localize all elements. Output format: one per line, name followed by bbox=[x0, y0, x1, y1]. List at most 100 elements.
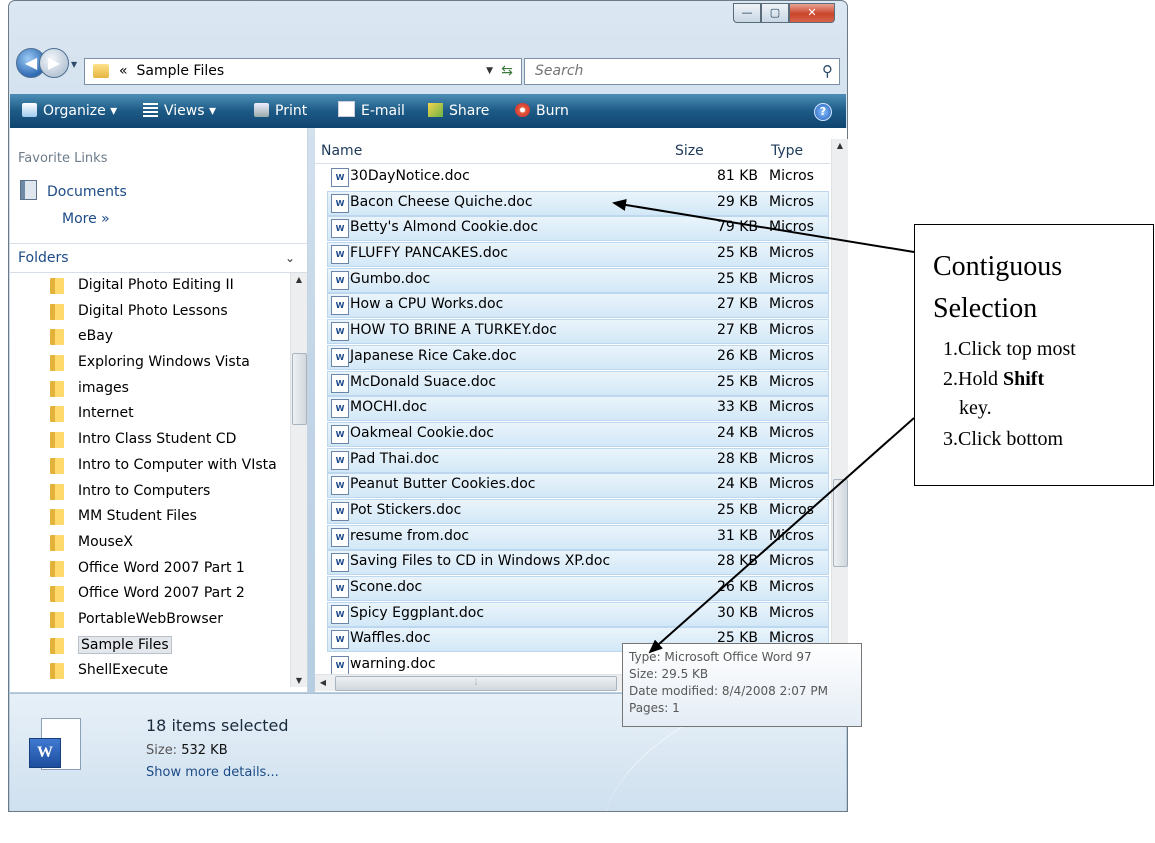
folders-header[interactable]: Folders ⌄ bbox=[10, 243, 307, 273]
help-icon[interactable]: ? bbox=[814, 103, 832, 121]
file-type: Micros bbox=[769, 399, 814, 416]
scrollbar-thumb[interactable] bbox=[833, 479, 848, 567]
folder-tree-item[interactable]: images bbox=[10, 376, 292, 402]
breadcrumb[interactable]: « Sample Files bbox=[119, 59, 224, 83]
file-type: Micros bbox=[769, 168, 814, 184]
scrollbar-thumb[interactable]: ⦙ bbox=[335, 676, 617, 691]
file-row[interactable]: W Gumbo.doc 25 KB Micros bbox=[315, 267, 830, 293]
file-type: Micros bbox=[769, 219, 814, 236]
forward-button[interactable]: ▶ bbox=[39, 48, 69, 78]
chevron-down-icon[interactable]: ⌄ bbox=[285, 244, 295, 272]
breadcrumb-overflow[interactable]: « bbox=[119, 63, 128, 79]
more-links-button[interactable]: More » bbox=[62, 211, 110, 227]
file-list-scrollbar[interactable]: ▲ bbox=[831, 139, 848, 665]
column-header-name[interactable]: Name bbox=[321, 143, 362, 159]
file-type: Micros bbox=[769, 501, 814, 518]
file-row[interactable]: W FLUFFY PANCAKES.doc 25 KB Micros bbox=[315, 241, 830, 268]
scrollbar-thumb[interactable] bbox=[292, 353, 307, 425]
show-more-details-link[interactable]: Show more details... bbox=[146, 765, 279, 780]
address-bar[interactable]: « Sample Files ▼ ⇆ bbox=[84, 58, 522, 85]
file-row[interactable]: W McDonald Suace.doc 25 KB Micros bbox=[315, 370, 830, 396]
file-size: 26 KB bbox=[716, 579, 758, 595]
scroll-up-arrow[interactable]: ▲ bbox=[832, 141, 848, 150]
file-type: Micros bbox=[769, 347, 814, 364]
email-button[interactable]: E-mail bbox=[338, 94, 405, 128]
selection-count: 18 items selected bbox=[146, 716, 289, 735]
file-row[interactable]: W HOW TO BRINE A TURKEY.doc 27 KB Micros bbox=[315, 318, 830, 345]
folder-tree-item[interactable]: eBay bbox=[10, 324, 292, 350]
file-row[interactable]: W How a CPU Works.doc 27 KB Micros bbox=[315, 292, 830, 319]
maximize-button[interactable]: ▢ bbox=[761, 3, 789, 23]
folder-tree-scrollbar[interactable]: ▲ ▼ bbox=[290, 273, 307, 687]
file-row[interactable]: W Scone.doc 26 KB Micros bbox=[315, 575, 830, 601]
organize-label: Organize ▾ bbox=[43, 103, 118, 119]
folder-tree-item[interactable]: MouseX bbox=[10, 530, 292, 556]
scroll-up-arrow[interactable]: ▲ bbox=[291, 275, 307, 284]
favorite-link-documents[interactable]: Documents bbox=[20, 180, 127, 200]
file-row[interactable]: W Pad Thai.doc 28 KB Micros bbox=[315, 447, 830, 473]
breadcrumb-current[interactable]: Sample Files bbox=[136, 63, 224, 79]
file-row[interactable]: Wresume from.doc 31 KB Micros bbox=[315, 524, 830, 550]
column-header-size[interactable]: Size bbox=[675, 143, 704, 159]
folder-tree-item[interactable]: Exploring Windows Vista bbox=[10, 350, 292, 376]
folder-tree-item[interactable]: ShellExecute bbox=[10, 658, 292, 681]
refresh-icon[interactable]: ⇆ bbox=[497, 59, 517, 83]
navigation-pane: Favorite Links Documents More » Folders ⌄… bbox=[10, 128, 308, 692]
file-row[interactable]: W Betty's Almond Cookie.doc 79 KB Micros bbox=[315, 215, 830, 242]
folder-tree-item[interactable]: Digital Photo Editing II bbox=[10, 273, 292, 299]
file-row[interactable]: W Japanese Rice Cake.doc 26 KB Micros bbox=[315, 344, 830, 370]
file-row[interactable]: W Spicy Eggplant.doc 30 KB Micros bbox=[315, 601, 830, 627]
share-icon bbox=[428, 103, 443, 117]
file-row[interactable]: W MOCHI.doc 33 KB Micros bbox=[315, 395, 830, 422]
minimize-button[interactable]: — bbox=[733, 3, 761, 23]
folder-label: MouseX bbox=[78, 533, 134, 550]
search-input[interactable] bbox=[533, 62, 797, 80]
folder-tree-item[interactable]: PortableWebBrowser bbox=[10, 607, 292, 633]
burn-label: Burn bbox=[536, 103, 569, 119]
file-rows: W 30DayNotice.doc 81 KB Micros W Bacon Cheese… bbox=[315, 164, 830, 684]
file-name: Waffles.doc bbox=[350, 630, 431, 647]
folder-tree-item[interactable]: Office Word 2007 Part 1 bbox=[10, 556, 292, 582]
file-row[interactable]: W 30DayNotice.doc 81 KB Micros bbox=[315, 164, 830, 190]
file-name: Saving Files to CD in Windows XP.doc bbox=[350, 553, 611, 570]
search-box[interactable]: ⚲ bbox=[524, 58, 840, 85]
folder-tree-item[interactable]: MM Student Files bbox=[10, 504, 292, 530]
folder-tree-item[interactable]: Intro to Computers bbox=[10, 479, 292, 505]
folder-tree-item[interactable]: Intro to Computer with VIsta bbox=[10, 453, 292, 479]
folder-icon bbox=[50, 278, 64, 294]
folder-tree-item[interactable]: Office Word 2007 Part 2 bbox=[10, 581, 292, 607]
file-size: 30 KB bbox=[716, 604, 758, 621]
folder-tree-item[interactable]: Internet bbox=[10, 401, 292, 427]
organize-button[interactable]: Organize ▾ bbox=[22, 94, 117, 128]
file-name: Oakmeal Cookie.doc bbox=[350, 424, 494, 441]
word-doc-icon: W bbox=[331, 476, 349, 496]
address-dropdown-icon[interactable]: ▼ bbox=[486, 59, 493, 83]
word-doc-icon: W bbox=[331, 527, 349, 547]
burn-button[interactable]: Burn bbox=[515, 94, 569, 128]
file-row[interactable]: W Pot Stickers.doc 25 KB Micros bbox=[315, 498, 830, 524]
file-row[interactable]: W Peanut Butter Cookies.doc 24 KB Micros bbox=[315, 472, 830, 499]
file-size: 28 KB bbox=[716, 450, 758, 467]
file-name: 30DayNotice.doc bbox=[350, 168, 470, 184]
share-button[interactable]: Share bbox=[428, 94, 489, 128]
file-name: Scone.doc bbox=[350, 579, 423, 595]
recent-pages-dropdown[interactable]: ▼ bbox=[71, 60, 77, 69]
folder-tree-item[interactable]: Intro Class Student CD bbox=[10, 427, 292, 453]
views-label: Views ▾ bbox=[164, 103, 216, 119]
folders-label: Folders bbox=[18, 250, 69, 266]
search-icon[interactable]: ⚲ bbox=[822, 59, 833, 83]
file-row[interactable]: W Saving Files to CD in Windows XP.doc 28 … bbox=[315, 549, 830, 576]
folder-tree-item[interactable]: Sample Files bbox=[10, 633, 292, 659]
size-label: Size: bbox=[146, 743, 178, 758]
column-header-type[interactable]: Type bbox=[771, 143, 803, 159]
file-name: How a CPU Works.doc bbox=[350, 296, 504, 313]
views-button[interactable]: Views ▾ bbox=[143, 94, 216, 128]
scroll-down-arrow[interactable]: ▼ bbox=[291, 676, 307, 685]
print-button[interactable]: Print bbox=[254, 94, 307, 128]
file-type: Micros bbox=[769, 553, 814, 570]
scroll-left-arrow[interactable]: ◀ bbox=[315, 678, 331, 687]
close-button[interactable]: ✕ bbox=[789, 3, 835, 23]
file-row[interactable]: W Oakmeal Cookie.doc 24 KB Micros bbox=[315, 421, 830, 447]
folder-tree-item[interactable]: Digital Photo Lessons bbox=[10, 299, 292, 325]
file-row[interactable]: W Bacon Cheese Quiche.doc 29 KB Micros bbox=[315, 190, 830, 216]
